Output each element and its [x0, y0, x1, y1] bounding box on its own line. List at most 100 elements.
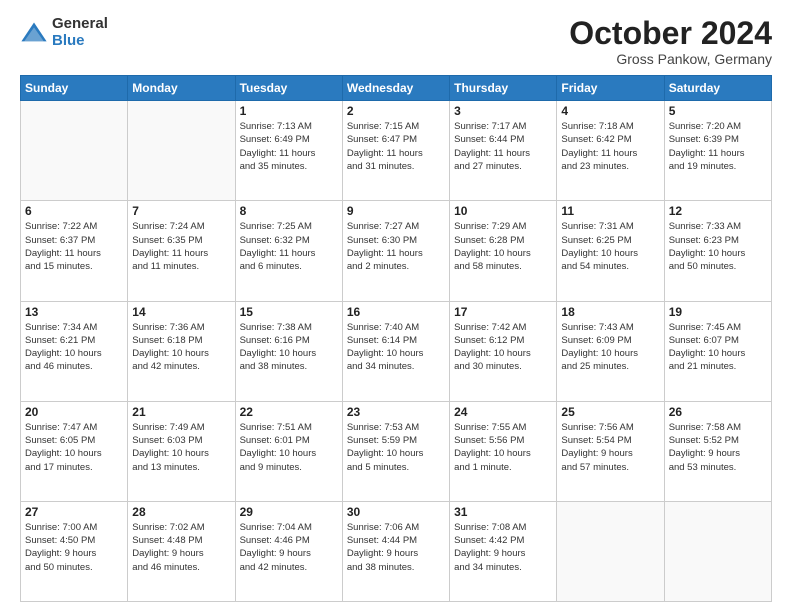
- calendar-day: 16 Sunrise: 7:40 AM Sunset: 6:14 PM Dayli…: [342, 301, 449, 401]
- day-info: Sunrise: 7:40 AM Sunset: 6:14 PM Dayligh…: [347, 321, 445, 374]
- calendar-day: 25 Sunrise: 7:56 AM Sunset: 5:54 PM Dayli…: [557, 401, 664, 501]
- day-number: 27: [25, 505, 123, 519]
- day-number: 21: [132, 405, 230, 419]
- calendar-week-3: 20 Sunrise: 7:47 AM Sunset: 6:05 PM Dayli…: [21, 401, 772, 501]
- day-number: 29: [240, 505, 338, 519]
- calendar-week-2: 13 Sunrise: 7:34 AM Sunset: 6:21 PM Dayli…: [21, 301, 772, 401]
- day-info: Sunrise: 7:04 AM Sunset: 4:46 PM Dayligh…: [240, 521, 338, 574]
- day-info: Sunrise: 7:38 AM Sunset: 6:16 PM Dayligh…: [240, 321, 338, 374]
- calendar-day: 24 Sunrise: 7:55 AM Sunset: 5:56 PM Dayli…: [450, 401, 557, 501]
- calendar-day: 7Sunrise: 7:24 AM Sunset: 6:35 PM Daylig…: [128, 201, 235, 301]
- calendar-week-0: 1Sunrise: 7:13 AM Sunset: 6:49 PM Daylig…: [21, 101, 772, 201]
- day-number: 31: [454, 505, 552, 519]
- calendar-day: 21 Sunrise: 7:49 AM Sunset: 6:03 PM Dayli…: [128, 401, 235, 501]
- calendar-day: 31 Sunrise: 7:08 AM Sunset: 4:42 PM Dayli…: [450, 501, 557, 601]
- day-info: Sunrise: 7:49 AM Sunset: 6:03 PM Dayligh…: [132, 421, 230, 474]
- day-number: 19: [669, 305, 767, 319]
- calendar-week-1: 6Sunrise: 7:22 AM Sunset: 6:37 PM Daylig…: [21, 201, 772, 301]
- logo-blue: Blue: [52, 33, 108, 50]
- calendar-day: 8 Sunrise: 7:25 AM Sunset: 6:32 PM Daylig…: [235, 201, 342, 301]
- calendar-day: 2Sunrise: 7:15 AM Sunset: 6:47 PM Daylig…: [342, 101, 449, 201]
- weekday-header-sunday: Sunday: [21, 76, 128, 101]
- calendar-week-4: 27 Sunrise: 7:00 AM Sunset: 4:50 PM Dayli…: [21, 501, 772, 601]
- day-info: Sunrise: 7:17 AM Sunset: 6:44 PM Dayligh…: [454, 120, 552, 173]
- calendar-day: 10Sunrise: 7:29 AM Sunset: 6:28 PM Dayli…: [450, 201, 557, 301]
- day-info: Sunrise: 7:55 AM Sunset: 5:56 PM Dayligh…: [454, 421, 552, 474]
- day-info: Sunrise: 7:42 AM Sunset: 6:12 PM Dayligh…: [454, 321, 552, 374]
- calendar-day: 1Sunrise: 7:13 AM Sunset: 6:49 PM Daylig…: [235, 101, 342, 201]
- calendar-day: 30Sunrise: 7:06 AM Sunset: 4:44 PM Dayli…: [342, 501, 449, 601]
- day-info: Sunrise: 7:58 AM Sunset: 5:52 PM Dayligh…: [669, 421, 767, 474]
- calendar-day: 27 Sunrise: 7:00 AM Sunset: 4:50 PM Dayli…: [21, 501, 128, 601]
- day-info: Sunrise: 7:56 AM Sunset: 5:54 PM Dayligh…: [561, 421, 659, 474]
- day-info: Sunrise: 7:25 AM Sunset: 6:32 PM Dayligh…: [240, 220, 338, 273]
- day-number: 15: [240, 305, 338, 319]
- day-number: 1: [240, 104, 338, 118]
- month-title: October 2024: [569, 16, 772, 51]
- day-info: Sunrise: 7:34 AM Sunset: 6:21 PM Dayligh…: [25, 321, 123, 374]
- day-info: Sunrise: 7:47 AM Sunset: 6:05 PM Dayligh…: [25, 421, 123, 474]
- calendar-table: SundayMondayTuesdayWednesdayThursdayFrid…: [20, 75, 772, 602]
- calendar-day: 18Sunrise: 7:43 AM Sunset: 6:09 PM Dayli…: [557, 301, 664, 401]
- day-number: 10: [454, 204, 552, 218]
- day-number: 5: [669, 104, 767, 118]
- day-info: Sunrise: 7:00 AM Sunset: 4:50 PM Dayligh…: [25, 521, 123, 574]
- day-number: 9: [347, 204, 445, 218]
- day-number: 2: [347, 104, 445, 118]
- day-number: 12: [669, 204, 767, 218]
- day-info: Sunrise: 7:51 AM Sunset: 6:01 PM Dayligh…: [240, 421, 338, 474]
- calendar-day: 23Sunrise: 7:53 AM Sunset: 5:59 PM Dayli…: [342, 401, 449, 501]
- day-info: Sunrise: 7:36 AM Sunset: 6:18 PM Dayligh…: [132, 321, 230, 374]
- day-info: Sunrise: 7:33 AM Sunset: 6:23 PM Dayligh…: [669, 220, 767, 273]
- day-number: 20: [25, 405, 123, 419]
- calendar-day: 11Sunrise: 7:31 AM Sunset: 6:25 PM Dayli…: [557, 201, 664, 301]
- day-info: Sunrise: 7:24 AM Sunset: 6:35 PM Dayligh…: [132, 220, 230, 273]
- calendar-day: 26 Sunrise: 7:58 AM Sunset: 5:52 PM Dayli…: [664, 401, 771, 501]
- day-info: Sunrise: 7:08 AM Sunset: 4:42 PM Dayligh…: [454, 521, 552, 574]
- title-block: October 2024 Gross Pankow, Germany: [569, 16, 772, 67]
- day-number: 30: [347, 505, 445, 519]
- day-number: 4: [561, 104, 659, 118]
- day-info: Sunrise: 7:18 AM Sunset: 6:42 PM Dayligh…: [561, 120, 659, 173]
- day-number: 24: [454, 405, 552, 419]
- calendar-day: [664, 501, 771, 601]
- calendar-day: [557, 501, 664, 601]
- calendar-day: 12 Sunrise: 7:33 AM Sunset: 6:23 PM Dayli…: [664, 201, 771, 301]
- weekday-header-tuesday: Tuesday: [235, 76, 342, 101]
- day-number: 8: [240, 204, 338, 218]
- day-number: 14: [132, 305, 230, 319]
- day-number: 13: [25, 305, 123, 319]
- day-info: Sunrise: 7:02 AM Sunset: 4:48 PM Dayligh…: [132, 521, 230, 574]
- calendar-day: 13 Sunrise: 7:34 AM Sunset: 6:21 PM Dayli…: [21, 301, 128, 401]
- day-number: 17: [454, 305, 552, 319]
- weekday-header-friday: Friday: [557, 76, 664, 101]
- day-number: 26: [669, 405, 767, 419]
- calendar-day: 14 Sunrise: 7:36 AM Sunset: 6:18 PM Dayli…: [128, 301, 235, 401]
- calendar-day: 4 Sunrise: 7:18 AM Sunset: 6:42 PM Daylig…: [557, 101, 664, 201]
- weekday-header-thursday: Thursday: [450, 76, 557, 101]
- calendar-day: 5Sunrise: 7:20 AM Sunset: 6:39 PM Daylig…: [664, 101, 771, 201]
- day-info: Sunrise: 7:27 AM Sunset: 6:30 PM Dayligh…: [347, 220, 445, 273]
- calendar-day: 9 Sunrise: 7:27 AM Sunset: 6:30 PM Daylig…: [342, 201, 449, 301]
- calendar-day: 3 Sunrise: 7:17 AM Sunset: 6:44 PM Daylig…: [450, 101, 557, 201]
- calendar-day: 22Sunrise: 7:51 AM Sunset: 6:01 PM Dayli…: [235, 401, 342, 501]
- weekday-header-saturday: Saturday: [664, 76, 771, 101]
- calendar-day: 19 Sunrise: 7:45 AM Sunset: 6:07 PM Dayli…: [664, 301, 771, 401]
- day-number: 25: [561, 405, 659, 419]
- day-number: 3: [454, 104, 552, 118]
- calendar-day: 29 Sunrise: 7:04 AM Sunset: 4:46 PM Dayli…: [235, 501, 342, 601]
- calendar-day: 20 Sunrise: 7:47 AM Sunset: 6:05 PM Dayli…: [21, 401, 128, 501]
- calendar-day: 15 Sunrise: 7:38 AM Sunset: 6:16 PM Dayli…: [235, 301, 342, 401]
- day-number: 16: [347, 305, 445, 319]
- calendar-day: 28Sunrise: 7:02 AM Sunset: 4:48 PM Dayli…: [128, 501, 235, 601]
- location-subtitle: Gross Pankow, Germany: [569, 51, 772, 67]
- day-number: 23: [347, 405, 445, 419]
- calendar-day: [21, 101, 128, 201]
- calendar-day: 6Sunrise: 7:22 AM Sunset: 6:37 PM Daylig…: [21, 201, 128, 301]
- calendar-day: [128, 101, 235, 201]
- day-number: 11: [561, 204, 659, 218]
- logo: General Blue: [20, 16, 108, 49]
- weekday-header-wednesday: Wednesday: [342, 76, 449, 101]
- day-number: 18: [561, 305, 659, 319]
- day-info: Sunrise: 7:45 AM Sunset: 6:07 PM Dayligh…: [669, 321, 767, 374]
